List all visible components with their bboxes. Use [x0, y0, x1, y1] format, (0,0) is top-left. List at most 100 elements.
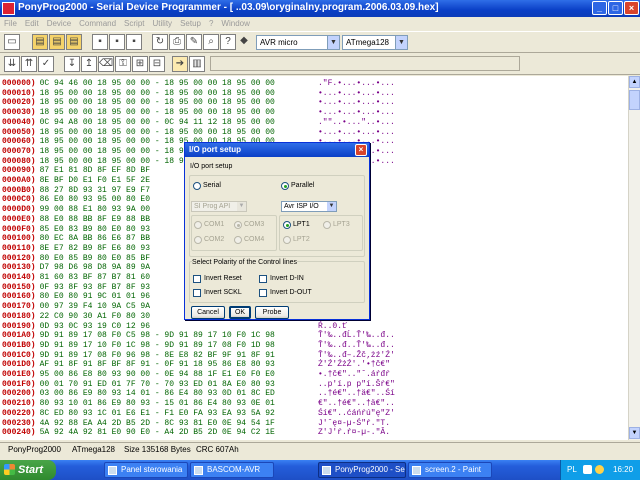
chip-icon[interactable]: ◆ [236, 34, 252, 50]
hex-bytes: 80 EC 8A BB 86 E6 87 BB [39, 234, 151, 244]
probe-button[interactable]: Probe [255, 306, 289, 319]
status-crc: CRC 607Ah [196, 445, 239, 454]
hex-address: 000200) [2, 389, 36, 399]
write-prog-icon[interactable]: ↥ [81, 56, 97, 72]
edit-icon[interactable]: ✎ [186, 34, 202, 50]
hex-address: 000040) [2, 117, 36, 127]
serial-label: Serial [203, 182, 221, 189]
save-prog-icon[interactable]: ▪ [109, 34, 125, 50]
scroll-thumb[interactable] [629, 90, 640, 110]
menu-setup[interactable]: Setup [176, 17, 205, 30]
menu-window[interactable]: Window [217, 17, 253, 30]
parallel-radio[interactable] [281, 182, 289, 190]
minimize-button[interactable]: _ [592, 1, 607, 15]
find-icon[interactable]: ⌕ [203, 34, 219, 50]
hex-bytes: 0D 93 0C 93 19 C0 12 96 [39, 321, 151, 331]
security-icon[interactable]: ⊞ [132, 56, 148, 72]
lpt1-radio[interactable] [283, 221, 291, 229]
close-button[interactable]: × [624, 1, 639, 15]
open-prog-icon[interactable]: ▤ [49, 34, 65, 50]
maximize-button[interactable]: □ [608, 1, 623, 15]
hex-bytes: 22 C0 90 30 A1 F0 80 30 [39, 311, 151, 321]
com4-radio[interactable] [234, 236, 242, 244]
hex-address: 000060) [2, 137, 36, 147]
task-paint[interactable]: screen.2 - Paint [408, 462, 492, 478]
hex-bytes: 0C 94 46 00 18 95 00 00 - 18 95 00 00 18… [39, 79, 275, 88]
menu-bar: File Edit Device Command Script Utility Setup?… [0, 17, 640, 30]
task-bascom[interactable]: BASCOM-AVR [190, 462, 274, 478]
hex-row[interactable]: 000240) 5A 92 4A 92 81 E0 90 E0 - A4 2D B… [2, 427, 390, 438]
start-button[interactable]: Start [0, 460, 56, 480]
network-icon[interactable] [583, 465, 592, 474]
menu-file[interactable]: File [0, 17, 21, 30]
device-family-select[interactable]: AVR micro ▼ [256, 35, 340, 50]
help-icon[interactable]: ? [220, 34, 236, 50]
serial-interface-select[interactable]: SI Prog API ▼ [191, 201, 247, 212]
scroll-up-icon[interactable]: ▲ [629, 76, 640, 88]
app-icon[interactable] [2, 2, 15, 15]
hex-address: 000070) [2, 146, 36, 156]
lpt2-radio[interactable] [283, 236, 291, 244]
save-data-icon[interactable]: ▪ [126, 34, 142, 50]
serial-interface-value: SI Prog API [194, 203, 231, 210]
invert-sckl-checkbox[interactable] [193, 289, 201, 297]
invert-dout-checkbox[interactable] [259, 289, 267, 297]
read-prog-icon[interactable]: ↧ [64, 56, 80, 72]
script-icon[interactable]: ▥ [189, 56, 205, 72]
lpt-port-group [279, 215, 363, 251]
hex-address: 000050) [2, 127, 36, 137]
reload-icon[interactable]: ↻ [152, 34, 168, 50]
lpt3-radio[interactable] [323, 221, 331, 229]
hex-address: 0000A0) [2, 176, 36, 185]
scroll-down-icon[interactable]: ▼ [629, 427, 640, 439]
cancel-button[interactable]: Cancel [191, 306, 225, 319]
hex-bytes: 8E E7 82 B9 8F E6 80 93 [39, 243, 151, 253]
dialog-close-icon[interactable]: × [355, 144, 367, 156]
arrow-right-icon[interactable]: ➔ [172, 56, 188, 72]
device-type-value: ATmega128 [346, 38, 389, 47]
hex-address: 000110) [2, 243, 36, 253]
vertical-scrollbar[interactable]: ▲ ▼ [628, 76, 640, 440]
device-type-select[interactable]: ATmega128 ▼ [342, 35, 408, 50]
read-all-icon[interactable]: ⇊ [4, 56, 20, 72]
menu-command[interactable]: Command [75, 17, 120, 30]
write-all-icon[interactable]: ⇈ [21, 56, 37, 72]
print-icon[interactable]: ⎙ [169, 34, 185, 50]
erase-icon[interactable]: ⌫ [98, 56, 114, 72]
open-folder-icon[interactable]: ▤ [32, 34, 48, 50]
serial-radio[interactable] [193, 182, 201, 190]
task-panel-sterowania[interactable]: Panel sterowania [104, 462, 188, 478]
invert-din-checkbox[interactable] [259, 275, 267, 283]
device-family-value: AVR micro [260, 38, 298, 47]
paint-icon [412, 466, 421, 475]
hex-address: 000020) [2, 98, 36, 108]
hex-bytes: 18 95 00 00 18 95 00 00 - 18 95 00 00 18… [39, 127, 275, 137]
language-indicator[interactable]: PL [567, 465, 577, 474]
open-data-icon[interactable]: ▤ [66, 34, 82, 50]
task-ponyprog[interactable]: PonyProg2000 - Seria... [318, 462, 406, 478]
parallel-label: Parallel [291, 182, 315, 189]
verify-icon[interactable]: ✓ [38, 56, 54, 72]
fuse-icon[interactable]: ⚿ [115, 56, 131, 72]
invert-reset-checkbox[interactable] [193, 275, 201, 283]
script-field[interactable] [210, 56, 520, 71]
new-file-icon[interactable]: ▭ [4, 34, 20, 50]
menu-device[interactable]: Device [43, 17, 75, 30]
save-icon[interactable]: ▪ [92, 34, 108, 50]
hex-bytes: 0C 94 A8 00 18 95 00 00 - 0C 94 11 12 18… [39, 117, 275, 127]
hex-bytes: 80 93 10 01 86 E9 80 93 - 15 01 86 E4 80… [39, 399, 275, 409]
hex-bytes: 88 E0 88 BB 8F E9 88 BB [39, 214, 151, 224]
menu-utility[interactable]: Utility [149, 17, 177, 30]
main-toolbar: ▭ ▤ ▤ ▤ ▪ ▪ ▪ ↻ ⎙ ✎ ⌕ ? ◆ AVR micro ▼ AT… [0, 31, 640, 53]
parallel-interface-select[interactable]: Avr ISP I/O ▼ [281, 201, 337, 212]
menu-script[interactable]: Script [120, 17, 148, 30]
title-bar: PonyProg2000 - Serial Device Programmer … [0, 0, 640, 17]
ok-button[interactable]: OK [229, 306, 251, 319]
menu-edit[interactable]: Edit [21, 17, 43, 30]
com3-radio[interactable] [234, 221, 242, 229]
config-icon[interactable]: ⊟ [149, 56, 165, 72]
com2-radio[interactable] [194, 236, 202, 244]
menu-help[interactable]: ? [205, 17, 217, 30]
com1-radio[interactable] [194, 221, 202, 229]
volume-icon[interactable] [595, 465, 604, 474]
